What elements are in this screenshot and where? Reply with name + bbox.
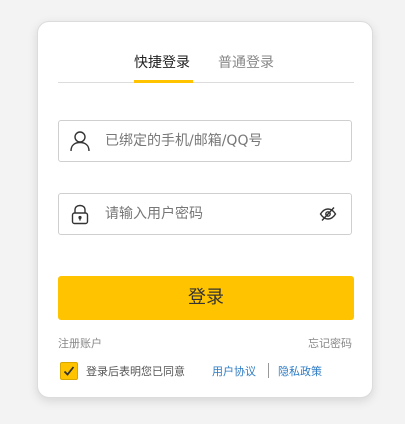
checkmark-icon	[63, 366, 75, 376]
login-tabs: 快捷登录 普通登录	[58, 52, 354, 83]
account-input[interactable]	[105, 131, 305, 151]
active-tab-indicator	[134, 80, 193, 83]
agreement-checkbox[interactable]	[60, 362, 78, 380]
privacy-policy-link[interactable]: 隐私政策	[278, 363, 322, 379]
login-button[interactable]: 登录	[58, 276, 354, 320]
tab-quick-login[interactable]: 快捷登录	[134, 54, 190, 72]
link-divider	[268, 363, 269, 378]
forgot-password-link[interactable]: 忘记密码	[308, 335, 352, 351]
tab-normal-login[interactable]: 普通登录	[218, 54, 274, 72]
password-field[interactable]	[58, 193, 352, 235]
agreement-row: 登录后表明您已同意 用户协议 隐私政策	[60, 361, 360, 381]
login-card: 快捷登录 普通登录 已绑定的手机/邮箱/QQ号 登录 注册账户 忘记密码 登录后…	[37, 21, 373, 398]
agreement-text: 登录后表明您已同意	[86, 365, 185, 378]
user-agreement-link[interactable]: 用户协议	[212, 363, 256, 379]
user-icon	[69, 130, 91, 152]
account-field[interactable]	[58, 120, 352, 162]
lock-icon	[69, 203, 91, 225]
password-input[interactable]	[105, 204, 305, 224]
eye-hidden-icon[interactable]	[319, 206, 337, 222]
register-link[interactable]: 注册账户	[58, 335, 102, 351]
